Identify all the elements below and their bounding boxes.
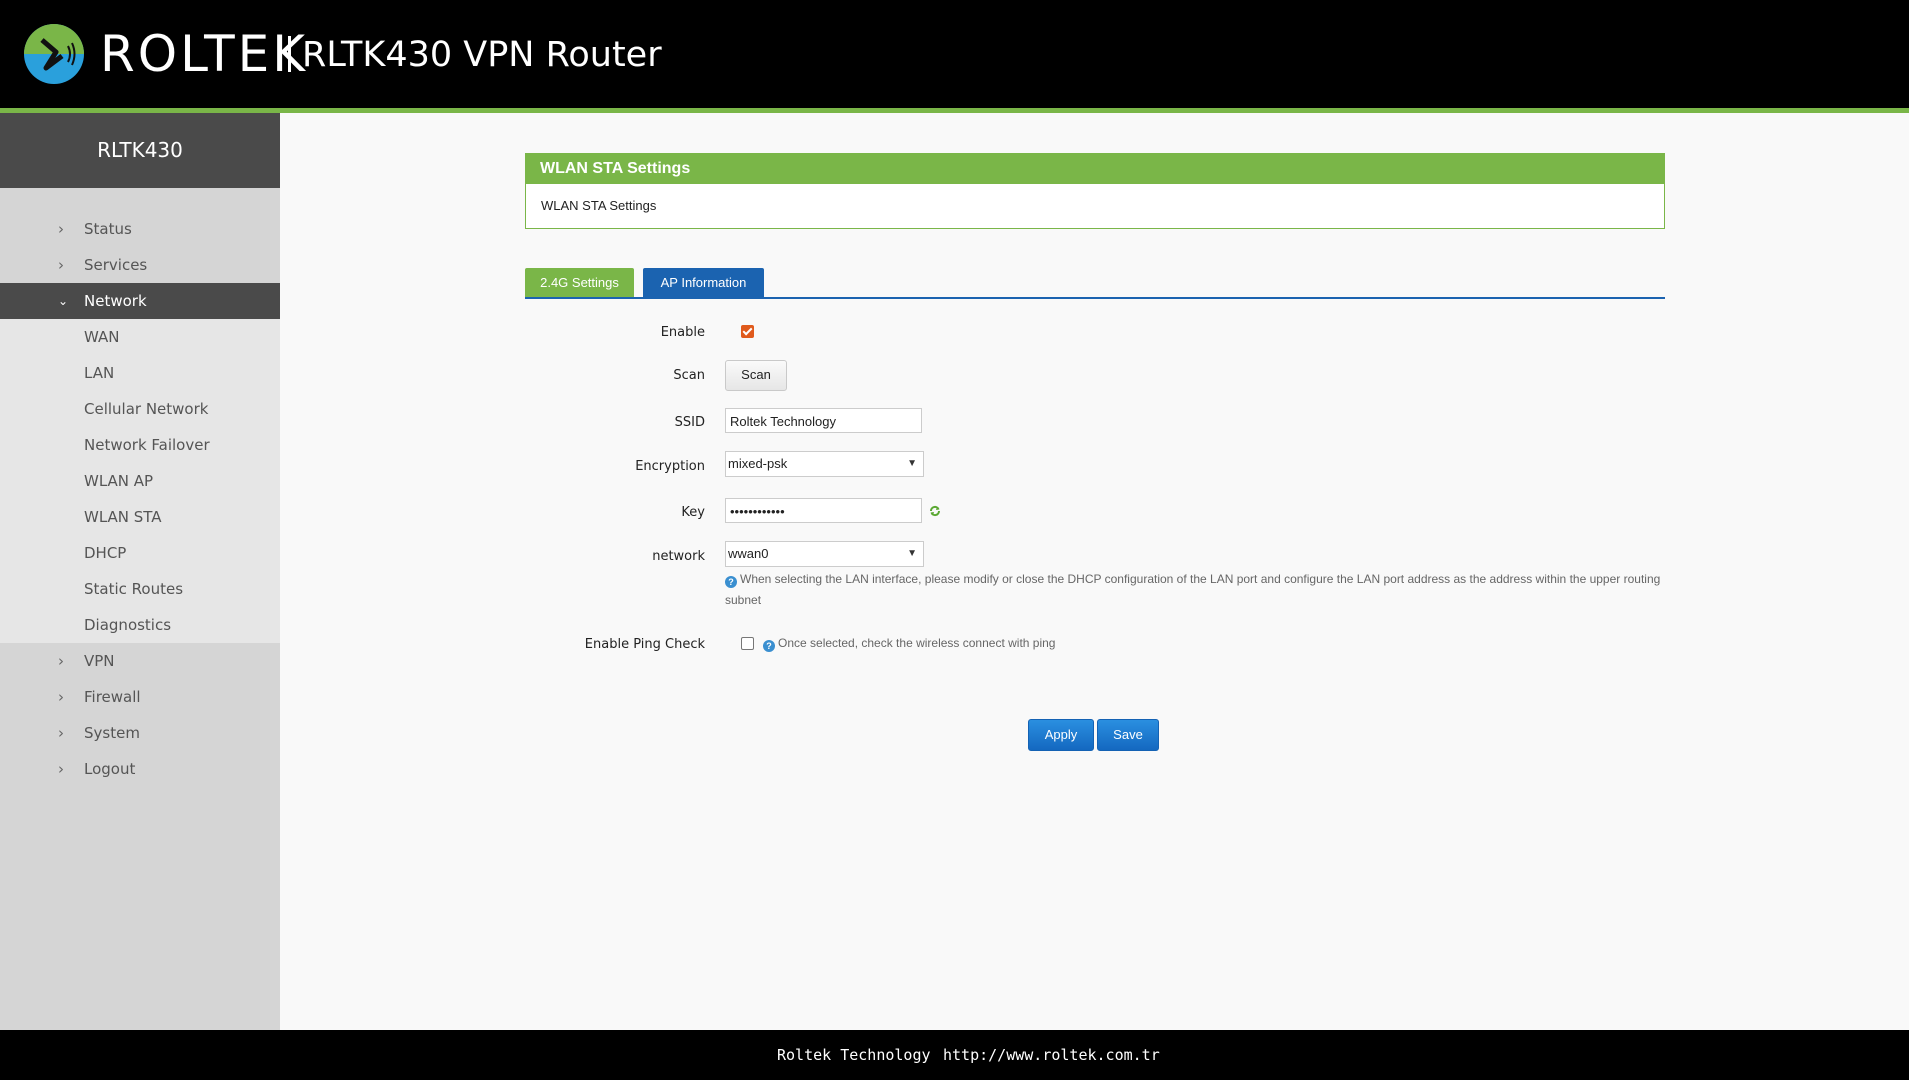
sidebar-item-status[interactable]: › Status <box>0 211 280 247</box>
roltek-logo-icon <box>24 24 84 84</box>
footer-company: Roltek Technology <box>777 1046 931 1064</box>
network-submenu: WAN LAN Cellular Network Network Failove… <box>0 319 280 643</box>
ssid-input[interactable]: Roltek Technology <box>725 408 922 433</box>
chevron-down-icon: ▼ <box>907 548 917 559</box>
sidebar-subitem-network-failover[interactable]: Network Failover <box>0 427 280 463</box>
sidebar-item-vpn[interactable]: › VPN <box>0 643 280 679</box>
chevron-right-icon: › <box>58 760 64 778</box>
tab-bar: 2.4G Settings AP Information <box>525 268 1665 299</box>
network-help: ? When selecting the LAN interface, pleas… <box>725 569 1665 611</box>
panel-description: WLAN STA Settings <box>541 198 657 213</box>
main-content: WLAN STA Settings WLAN STA Settings 2.4G… <box>280 113 1909 1030</box>
sidebar-title: RLTK430 <box>0 113 280 188</box>
sidebar-item-label: Firewall <box>84 688 141 706</box>
chevron-right-icon: › <box>58 256 64 274</box>
sidebar-item-network[interactable]: ⌄ Network <box>0 283 280 319</box>
top-header: ROLTEK RLTK430 VPN Router <box>0 0 1909 108</box>
encryption-value: mixed-psk <box>728 456 788 471</box>
footer-url-link[interactable]: http://www.roltek.com.tr <box>943 1030 1160 1080</box>
enable-label: Enable <box>660 325 705 340</box>
key-label: Key <box>681 505 705 520</box>
settings-panel: WLAN STA Settings WLAN STA Settings <box>525 153 1665 229</box>
ping-check-label: Enable Ping Check <box>584 637 705 652</box>
sidebar-subitem-cellular-network[interactable]: Cellular Network <box>0 391 280 427</box>
network-label: network <box>652 549 705 564</box>
product-title: RLTK430 VPN Router <box>302 35 662 75</box>
chevron-right-icon: › <box>58 652 64 670</box>
sidebar-item-label: System <box>84 724 140 742</box>
brand-separator <box>288 36 291 72</box>
sidebar-subitem-diagnostics[interactable]: Diagnostics <box>0 607 280 643</box>
ping-check-help: ? Once selected, check the wireless conne… <box>763 633 1055 654</box>
ping-check-help-text: Once selected, check the wireless connec… <box>778 636 1056 650</box>
brand-name: ROLTEK <box>100 25 308 83</box>
sidebar: RLTK430 › Status › Services ⌄ Network WA… <box>0 113 280 1030</box>
footer: Roltek Technology http://www.roltek.com.… <box>0 1030 1909 1080</box>
tab-2-4g-settings[interactable]: 2.4G Settings <box>525 268 634 297</box>
sidebar-subitem-dhcp[interactable]: DHCP <box>0 535 280 571</box>
network-help-text: When selecting the LAN interface, please… <box>725 572 1661 607</box>
chevron-right-icon: › <box>58 220 64 238</box>
network-select[interactable]: wwan0 ▼ <box>725 541 924 567</box>
chevron-right-icon: › <box>58 688 64 706</box>
sidebar-item-label: Network <box>84 292 147 310</box>
ssid-label: SSID <box>674 415 705 430</box>
enable-checkbox[interactable] <box>741 325 754 338</box>
sidebar-item-logout[interactable]: › Logout <box>0 751 280 787</box>
encryption-select[interactable]: mixed-psk ▼ <box>725 451 924 477</box>
sidebar-item-label: Services <box>84 256 148 274</box>
chevron-down-icon: ⌄ <box>58 294 69 308</box>
sidebar-item-label: Logout <box>84 760 136 778</box>
apply-button[interactable]: Apply <box>1028 719 1094 751</box>
sidebar-item-system[interactable]: › System <box>0 715 280 751</box>
sidebar-subitem-wlan-sta[interactable]: WLAN STA <box>0 499 280 535</box>
sidebar-item-label: VPN <box>84 652 115 670</box>
sidebar-subitem-wan[interactable]: WAN <box>0 319 280 355</box>
key-input[interactable]: •••••••••••• <box>725 498 922 523</box>
sidebar-subitem-wlan-ap[interactable]: WLAN AP <box>0 463 280 499</box>
chevron-down-icon: ▼ <box>907 458 917 469</box>
sidebar-menu: › Status › Services ⌄ Network WAN LAN Ce… <box>0 188 280 787</box>
encryption-label: Encryption <box>635 459 705 474</box>
tab-ap-information[interactable]: AP Information <box>643 268 764 297</box>
sidebar-subitem-lan[interactable]: LAN <box>0 355 280 391</box>
right-gutter <box>1909 0 1920 1080</box>
sidebar-subitem-static-routes[interactable]: Static Routes <box>0 571 280 607</box>
save-button[interactable]: Save <box>1097 719 1159 751</box>
sidebar-item-services[interactable]: › Services <box>0 247 280 283</box>
help-icon: ? <box>725 576 737 588</box>
sidebar-item-firewall[interactable]: › Firewall <box>0 679 280 715</box>
network-value: wwan0 <box>728 546 769 561</box>
scan-button[interactable]: Scan <box>725 360 787 391</box>
panel-title: WLAN STA Settings <box>526 154 1664 184</box>
ping-check-checkbox[interactable] <box>741 637 754 650</box>
chevron-right-icon: › <box>58 724 64 742</box>
scan-label: Scan <box>673 368 705 383</box>
help-icon: ? <box>763 640 775 652</box>
refresh-icon[interactable] <box>928 504 942 518</box>
sidebar-item-label: Status <box>84 220 132 238</box>
